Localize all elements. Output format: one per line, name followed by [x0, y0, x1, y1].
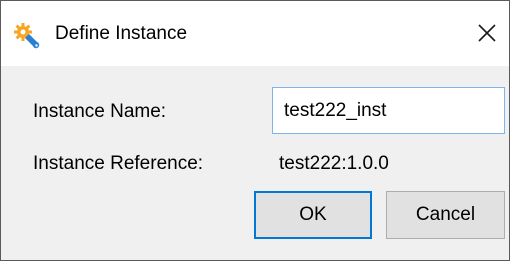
instance-name-label: Instance Name: — [33, 101, 167, 122]
instance-reference-value: test222:1.0.0 — [279, 153, 389, 174]
close-button[interactable] — [465, 13, 509, 53]
gear-wrench-icon — [12, 21, 40, 49]
close-icon — [478, 24, 496, 42]
ok-button[interactable]: OK — [254, 191, 372, 239]
define-instance-dialog: Define Instance Instance Name: Instance … — [0, 0, 510, 261]
instance-reference-label: Instance Reference: — [33, 153, 204, 174]
title-bar[interactable]: Define Instance — [1, 1, 509, 66]
instance-name-input[interactable] — [272, 87, 505, 134]
cancel-button[interactable]: Cancel — [386, 191, 505, 239]
window-title: Define Instance — [55, 23, 188, 44]
